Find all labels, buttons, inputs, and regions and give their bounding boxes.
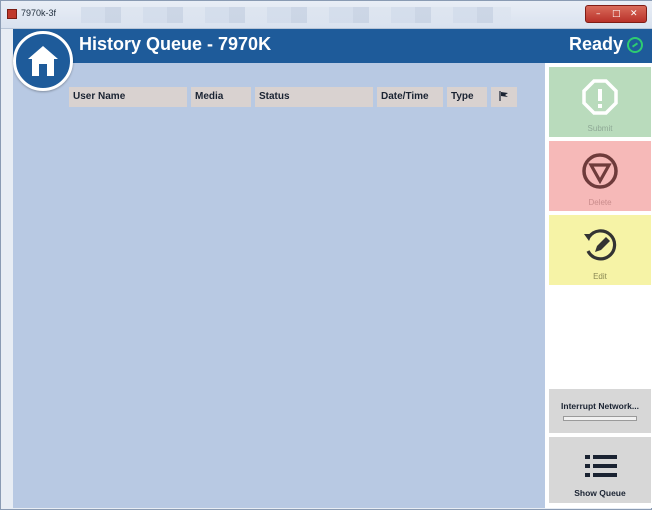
app-window: 7970k-3f – □ ✕ History Queue - 7970K Rea… <box>0 0 652 510</box>
interrupt-progress-bar <box>563 416 637 421</box>
delete-button[interactable]: Delete <box>549 141 651 211</box>
table-header: User Name Media Status Date/Time Type <box>69 87 517 107</box>
history-table-area[interactable]: User Name Media Status Date/Time Type <box>13 63 545 508</box>
submit-label: Submit <box>587 124 613 133</box>
delete-label: Delete <box>588 198 612 207</box>
status-text: Ready <box>568 34 623 54</box>
app-icon <box>7 9 17 19</box>
interrupt-network-label: Interrupt Network... <box>561 401 639 411</box>
column-header-user-name[interactable]: User Name <box>69 87 187 107</box>
edit-label: Edit <box>593 272 607 281</box>
window-controls[interactable]: – □ ✕ <box>585 5 647 23</box>
delete-icon <box>582 153 618 189</box>
interrupt-network-button[interactable]: Interrupt Network... <box>549 389 651 433</box>
column-header-type[interactable]: Type <box>447 87 487 107</box>
submit-icon <box>582 79 618 115</box>
column-header-status[interactable]: Status <box>255 87 373 107</box>
close-icon[interactable]: ✕ <box>630 9 638 19</box>
minimize-icon[interactable]: – <box>596 9 601 19</box>
column-header-date-time[interactable]: Date/Time <box>377 87 443 107</box>
column-header-media[interactable]: Media <box>191 87 251 107</box>
ready-status-icon <box>627 37 643 53</box>
window-titlebar[interactable]: 7970k-3f – □ ✕ <box>1 1 652 29</box>
show-queue-label: Show Queue <box>574 488 626 498</box>
edit-icon <box>584 229 617 261</box>
show-queue-button[interactable]: Show Queue <box>549 437 651 503</box>
submit-button[interactable]: Submit <box>549 67 651 137</box>
action-panel: Submit Delete Edit Interrupt Network... <box>545 63 652 508</box>
column-header-flag[interactable] <box>491 87 517 107</box>
home-button[interactable] <box>13 31 73 91</box>
flag-icon <box>499 91 508 101</box>
page-title: History Queue - 7970K <box>79 34 272 54</box>
window-title: 7970k-3f <box>21 8 57 18</box>
home-icon <box>28 46 58 76</box>
titlebar-background <box>81 7 511 23</box>
edit-button[interactable]: Edit <box>549 215 651 285</box>
maximize-icon[interactable]: □ <box>612 9 621 19</box>
list-icon <box>585 455 617 477</box>
